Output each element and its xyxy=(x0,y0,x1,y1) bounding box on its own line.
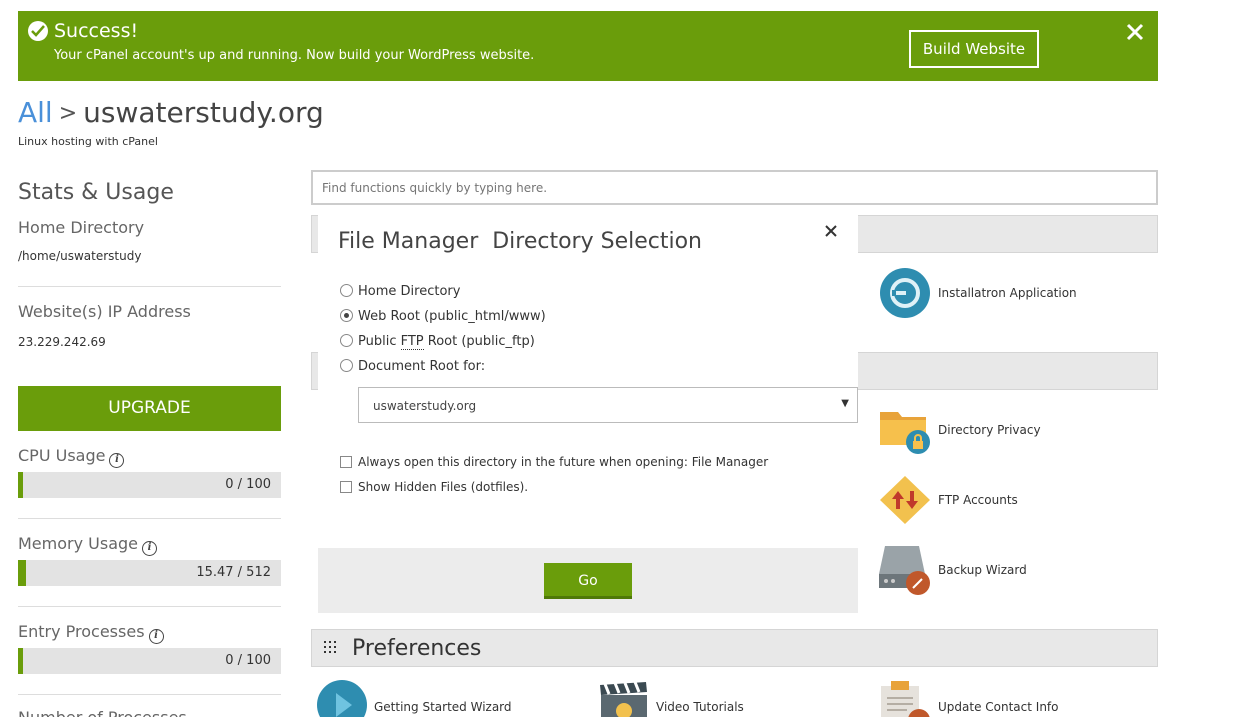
installatron-link[interactable]: Installatron Application xyxy=(938,286,1077,300)
installatron-icon[interactable] xyxy=(879,267,931,323)
home-directory-value: /home/uswaterstudy xyxy=(18,249,142,263)
cpu-usage-bar: 0 / 100 xyxy=(18,472,281,498)
show-hidden-files-checkbox[interactable]: Show Hidden Files (dotfiles). xyxy=(340,480,528,494)
cpu-usage-value: 0 / 100 xyxy=(225,477,271,492)
divider xyxy=(18,606,281,607)
getting-started-wizard-link[interactable]: Getting Started Wizard xyxy=(374,700,512,714)
breadcrumb-all-link[interactable]: All xyxy=(18,96,53,129)
radio-button[interactable] xyxy=(340,359,353,372)
page-title: uswaterstudy.org xyxy=(83,96,324,129)
always-open-checkbox[interactable]: Always open this directory in the future… xyxy=(340,455,768,469)
radio-public-ftp-root[interactable]: Public FTP Root (public_ftp) xyxy=(340,334,535,350)
cpu-usage-label: CPU Usage i xyxy=(18,446,125,468)
document-root-select[interactable]: uswaterstudy.org ▼ xyxy=(358,387,858,423)
upgrade-button[interactable]: UPGRADE xyxy=(18,386,281,431)
info-icon[interactable]: i xyxy=(109,453,125,468)
memory-usage-text: Memory Usage xyxy=(18,534,139,553)
radio-label: Public xyxy=(358,334,401,349)
close-icon[interactable] xyxy=(823,223,839,239)
radio-document-root[interactable]: Document Root for: xyxy=(340,359,485,374)
radio-web-root[interactable]: Web Root (public_html/www) xyxy=(340,309,546,324)
memory-usage-bar: 15.47 / 512 xyxy=(18,560,281,586)
ip-address-value: 23.229.242.69 xyxy=(18,335,106,349)
chevron-right-icon: > xyxy=(58,101,78,126)
cpu-usage-fill xyxy=(18,472,23,498)
checkbox[interactable] xyxy=(340,481,352,493)
radio-label: Home Directory xyxy=(358,284,461,299)
clipboard-icon[interactable] xyxy=(879,680,931,717)
hosting-subtitle: Linux hosting with cPanel xyxy=(18,135,158,148)
radio-button[interactable] xyxy=(340,284,353,297)
entry-processes-text: Entry Processes xyxy=(18,622,145,641)
play-circle-icon[interactable] xyxy=(316,679,368,717)
backup-wizard-link[interactable]: Backup Wizard xyxy=(938,563,1027,577)
entry-processes-label: Entry Processes i xyxy=(18,622,164,644)
ip-address-label: Website(s) IP Address xyxy=(18,302,191,321)
close-icon[interactable] xyxy=(1124,21,1146,43)
ftp-abbreviation: FTP xyxy=(400,334,424,350)
radio-button-selected[interactable] xyxy=(340,309,353,322)
update-contact-info-link[interactable]: Update Contact Info xyxy=(938,700,1059,714)
radio-label: Root (public_ftp) xyxy=(423,334,535,349)
backup-drive-icon[interactable] xyxy=(879,544,933,600)
dialog-title: File Manager Directory Selection xyxy=(338,229,702,254)
banner-message: Your cPanel account's up and running. No… xyxy=(54,48,535,63)
build-website-button[interactable]: Build Website xyxy=(909,30,1039,68)
memory-usage-fill xyxy=(18,560,26,586)
video-tutorials-link[interactable]: Video Tutorials xyxy=(656,700,744,714)
radio-button[interactable] xyxy=(340,334,353,347)
ftp-accounts-link[interactable]: FTP Accounts xyxy=(938,493,1018,507)
grid-icon xyxy=(324,641,340,657)
divider xyxy=(18,518,281,519)
entry-processes-bar: 0 / 100 xyxy=(18,648,281,674)
success-banner: Success! Your cPanel account's up and ru… xyxy=(18,11,1158,81)
dialog-footer: Go xyxy=(318,548,858,613)
preferences-title: Preferences xyxy=(352,636,482,661)
divider xyxy=(18,694,281,695)
divider xyxy=(18,286,281,287)
ftp-arrows-icon[interactable] xyxy=(879,475,931,529)
checkbox-label: Always open this directory in the future… xyxy=(358,455,769,469)
folder-lock-icon[interactable] xyxy=(879,406,933,460)
select-value: uswaterstudy.org xyxy=(373,399,477,413)
go-button[interactable]: Go xyxy=(544,563,632,599)
checkbox-label: Show Hidden Files (dotfiles). xyxy=(358,480,529,494)
checkmark-icon xyxy=(28,21,48,41)
entry-processes-fill xyxy=(18,648,23,674)
memory-usage-value: 15.47 / 512 xyxy=(196,565,271,580)
checkbox[interactable] xyxy=(340,456,352,468)
breadcrumb: All > uswaterstudy.org xyxy=(18,96,324,129)
stats-heading: Stats & Usage xyxy=(18,180,174,205)
directory-selection-dialog: File Manager Directory Selection Home Di… xyxy=(318,205,858,613)
entry-processes-value: 0 / 100 xyxy=(225,653,271,668)
search-input[interactable] xyxy=(311,170,1158,205)
radio-label: Document Root for: xyxy=(358,359,486,374)
number-of-processes-label: Number of Processes xyxy=(18,708,187,717)
radio-label: Web Root (public_html/www) xyxy=(358,309,546,324)
directory-privacy-link[interactable]: Directory Privacy xyxy=(938,423,1041,437)
cpu-usage-text: CPU Usage xyxy=(18,446,106,465)
info-icon[interactable]: i xyxy=(148,629,164,644)
info-icon[interactable]: i xyxy=(142,541,158,556)
clapperboard-icon[interactable] xyxy=(599,681,649,717)
memory-usage-label: Memory Usage i xyxy=(18,534,158,556)
home-directory-label: Home Directory xyxy=(18,218,145,237)
radio-home-directory[interactable]: Home Directory xyxy=(340,284,460,299)
caret-down-icon: ▼ xyxy=(841,398,849,409)
banner-title: Success! xyxy=(54,20,139,42)
